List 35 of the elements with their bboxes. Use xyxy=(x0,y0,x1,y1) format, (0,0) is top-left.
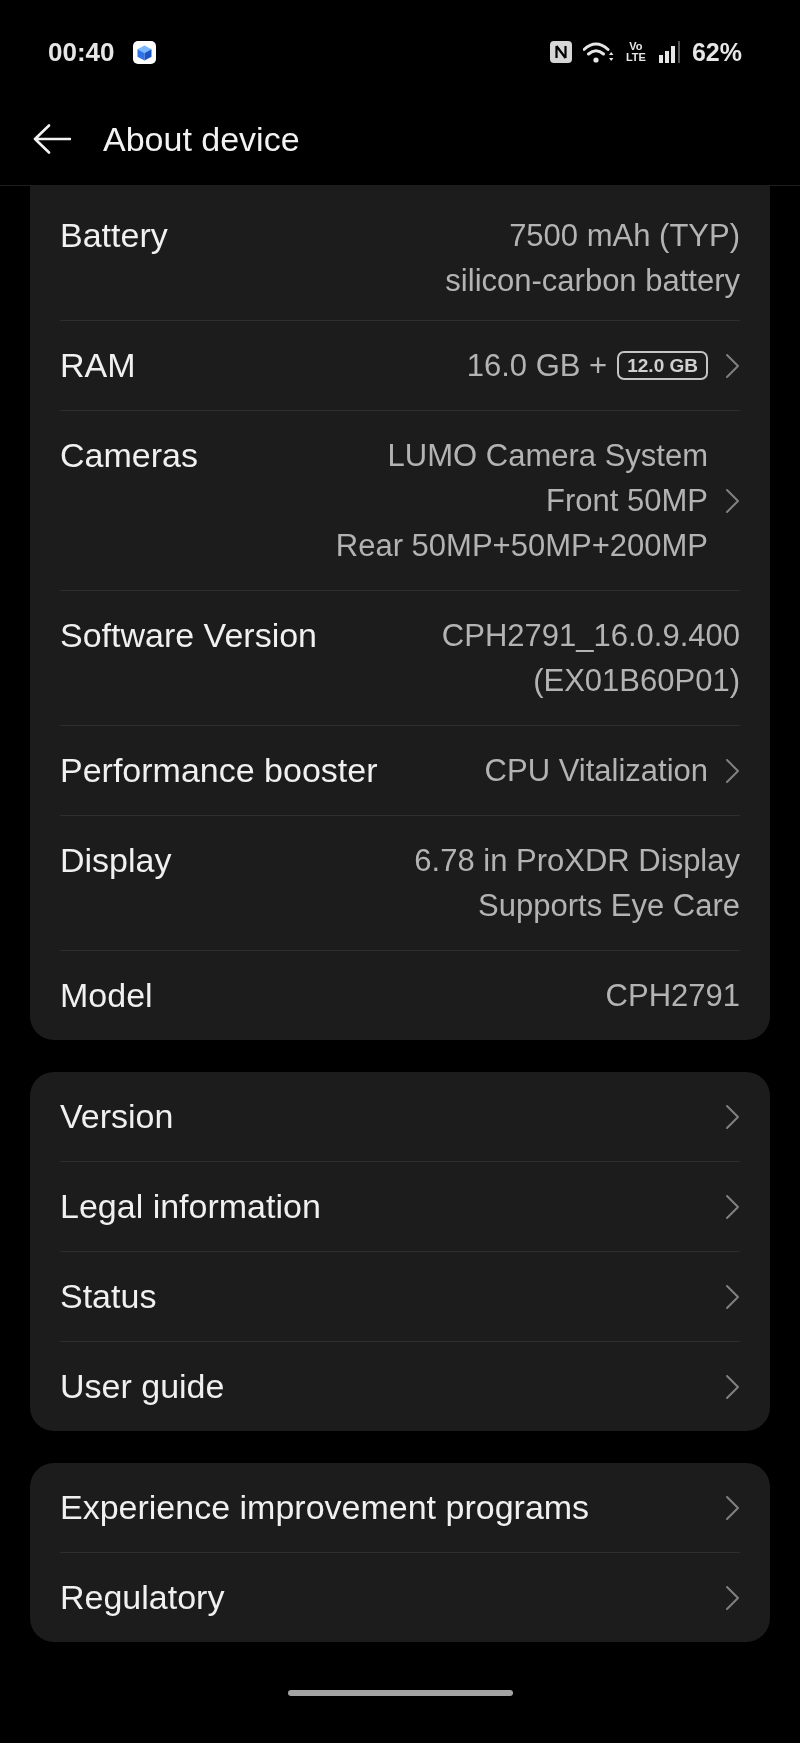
setting-label[interactable]: Performance booster xyxy=(60,748,378,793)
setting-label[interactable]: Experience improvement programs xyxy=(60,1485,590,1530)
setting-value: LUMO Camera System xyxy=(387,437,708,475)
setting-value: CPH2791 xyxy=(605,977,740,1015)
nfc-icon xyxy=(549,41,572,63)
setting-label: Display xyxy=(60,840,172,881)
setting-value: Front 50MP xyxy=(546,482,708,520)
setting-value: CPU Vitalization xyxy=(484,752,708,790)
ram-extension-badge: 12.0 GB xyxy=(617,351,708,380)
back-arrow-icon[interactable] xyxy=(33,123,71,154)
battery-percentage: 62% xyxy=(691,39,742,65)
status-time: 00:40 xyxy=(48,39,115,65)
cube-icon xyxy=(132,40,156,64)
setting-value: 6.78 in ProXDR Display xyxy=(414,842,740,880)
signal-icon xyxy=(658,41,683,63)
setting-label[interactable]: RAM xyxy=(60,343,136,388)
setting-label[interactable]: User guide xyxy=(60,1364,225,1409)
setting-label[interactable]: Version xyxy=(60,1094,174,1139)
setting-value: Rear 50MP+50MP+200MP xyxy=(335,527,708,565)
setting-value: (EX01B60P01) xyxy=(533,662,740,700)
page-title: About device xyxy=(103,121,300,156)
setting-value: silicon-carbon battery xyxy=(445,262,740,300)
network-type-label: Vo LTE xyxy=(624,41,647,63)
setting-value: 16.0 GB + xyxy=(466,347,608,385)
wifi-icon xyxy=(582,40,614,64)
setting-label: Software Version xyxy=(60,615,318,656)
setting-label: Battery xyxy=(60,215,168,256)
setting-value: 7500 mAh (TYP) xyxy=(509,217,740,255)
setting-label: Model xyxy=(60,975,153,1016)
setting-label[interactable]: Legal information xyxy=(60,1184,321,1229)
setting-label[interactable]: Cameras xyxy=(60,433,198,478)
setting-label[interactable]: Status xyxy=(60,1274,157,1319)
setting-label[interactable]: Regulatory xyxy=(60,1575,225,1620)
setting-value: Supports Eye Care xyxy=(478,887,740,925)
setting-value: CPH2791_16.0.9.400 xyxy=(441,617,740,655)
